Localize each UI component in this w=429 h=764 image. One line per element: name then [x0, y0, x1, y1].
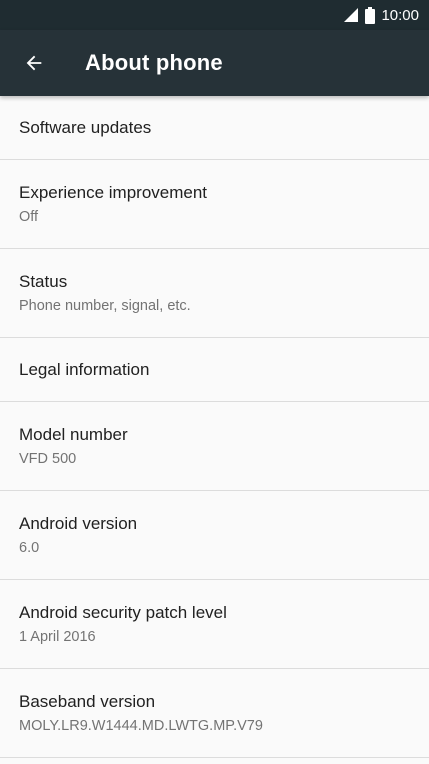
item-summary: Phone number, signal, etc.: [19, 297, 191, 314]
list-item-status[interactable]: Status Phone number, signal, etc.: [0, 249, 429, 338]
item-title: Software updates: [19, 117, 152, 137]
item-title: Baseband version: [19, 691, 156, 711]
item-title: Status: [19, 271, 68, 291]
item-title: Android version: [19, 513, 138, 533]
list-item-model-number[interactable]: Model number VFD 500: [0, 402, 429, 491]
page-title: About phone: [85, 50, 223, 75]
settings-list: Software updates Experience improvement …: [0, 96, 429, 758]
arrow-left-icon: [23, 52, 45, 74]
list-item-legal-information[interactable]: Legal information: [0, 338, 429, 402]
screen: 10:00 About phone Software updates Exper…: [0, 0, 429, 764]
item-summary: Off: [19, 208, 39, 225]
item-title: Model number: [19, 424, 128, 444]
item-title: Legal information: [19, 359, 150, 379]
list-item-android-version[interactable]: Android version 6.0: [0, 491, 429, 580]
item-summary: VFD 500: [19, 450, 77, 467]
toolbar: About phone: [0, 30, 429, 96]
list-item-baseband-version[interactable]: Baseband version MOLY.LR9.W1444.MD.LWTG.…: [0, 669, 429, 758]
item-summary: 6.0: [19, 539, 40, 556]
status-time: 10:00: [381, 6, 419, 24]
status-bar: 10:00: [0, 0, 429, 30]
item-summary: 1 April 2016: [19, 628, 96, 645]
item-summary: MOLY.LR9.W1444.MD.LWTG.MP.V79: [19, 717, 263, 734]
back-button[interactable]: [20, 49, 48, 77]
item-title: Android security patch level: [19, 602, 227, 622]
item-title: Experience improvement: [19, 182, 208, 202]
list-item-experience-improvement[interactable]: Experience improvement Off: [0, 160, 429, 249]
battery-icon: [365, 6, 376, 24]
list-item-software-updates[interactable]: Software updates: [0, 96, 429, 160]
cell-signal-icon: [343, 7, 359, 23]
list-item-security-patch-level[interactable]: Android security patch level 1 April 201…: [0, 580, 429, 669]
